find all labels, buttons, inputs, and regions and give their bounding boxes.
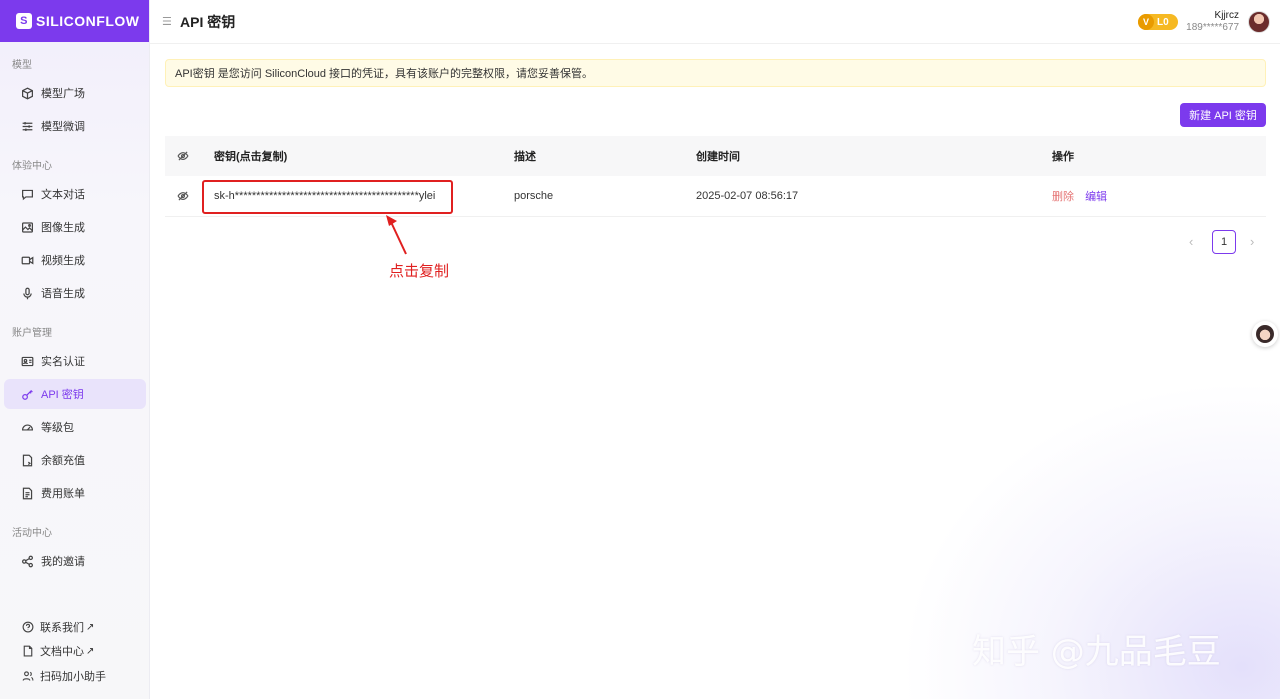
- actions-cell: 删除 编辑: [1038, 188, 1266, 204]
- sidebar-item-level-pack[interactable]: 等级包: [4, 412, 146, 442]
- sidebar-item-video-gen[interactable]: 视频生成: [4, 245, 146, 275]
- sidebar-item-recharge[interactable]: 余额充值: [4, 445, 146, 475]
- pagination-prev[interactable]: ‹: [1189, 234, 1193, 249]
- level-badge[interactable]: V L0: [1138, 14, 1178, 30]
- sidebar-item-voice-gen[interactable]: 语音生成: [4, 278, 146, 308]
- menu-collapse-icon[interactable]: ☰: [162, 15, 172, 28]
- footer-assistant-qr[interactable]: 扫码加小助手: [22, 667, 106, 685]
- header-description: 描述: [514, 151, 536, 163]
- external-link-icon: ↗: [86, 645, 95, 657]
- wallet-icon: [20, 453, 34, 467]
- footer-item-label: 文档中心: [40, 646, 84, 658]
- mic-icon: [20, 286, 34, 300]
- gauge-icon: [20, 420, 34, 434]
- sidebar-item-invite[interactable]: 我的邀请: [4, 546, 146, 576]
- level-text: L0: [1157, 16, 1169, 28]
- sidebar-item-api-keys[interactable]: API 密钥: [4, 379, 146, 409]
- delete-link[interactable]: 删除: [1052, 191, 1074, 203]
- watermark: 知乎 @九品毛豆: [972, 632, 1221, 672]
- edit-link[interactable]: 编辑: [1085, 191, 1107, 203]
- cube-icon: [20, 86, 34, 100]
- sidebar: S SILICONFLOW 模型 模型广场 模型微调 体验中心 文本对话 图像生…: [0, 0, 150, 699]
- sidebar-item-label: 费用账单: [41, 488, 85, 500]
- header-actions: 操作: [1052, 151, 1074, 163]
- user-phone: 189*****677: [1186, 22, 1239, 33]
- sidebar-item-label: 图像生成: [41, 222, 85, 234]
- sidebar-item-text-chat[interactable]: 文本对话: [4, 179, 146, 209]
- toggle-visibility-row[interactable]: [165, 190, 200, 202]
- api-key-notice: API密钥 是您访问 SiliconCloud 接口的凭证，具有该账户的完整权限…: [165, 59, 1266, 87]
- created-time-cell: 2025-02-07 08:56:17: [696, 190, 799, 202]
- image-icon: [20, 220, 34, 234]
- new-api-key-button[interactable]: 新建 API 密钥: [1180, 103, 1266, 127]
- section-label-account: 账户管理: [12, 328, 52, 339]
- assistant-face-icon: [1256, 325, 1274, 343]
- key-icon: [20, 387, 34, 401]
- api-key-cell[interactable]: sk-h************************************…: [200, 190, 500, 202]
- share-icon: [20, 554, 34, 568]
- eye-off-icon: [176, 191, 189, 201]
- footer-item-label: 联系我们: [40, 622, 84, 634]
- users-icon: [22, 670, 35, 683]
- sidebar-item-model-square[interactable]: 模型广场: [4, 78, 146, 108]
- sidebar-item-label: 余额充值: [41, 455, 85, 467]
- external-link-icon: ↗: [86, 621, 95, 633]
- video-icon: [20, 253, 34, 267]
- sliders-icon: [20, 119, 34, 133]
- document-icon: [22, 645, 35, 658]
- id-card-icon: [20, 354, 34, 368]
- page-title: API 密钥: [180, 13, 236, 30]
- top-header: ☰ API 密钥: [150, 0, 1280, 44]
- footer-contact-us[interactable]: 联系我们 ↗: [22, 618, 94, 636]
- sidebar-item-label: 实名认证: [41, 356, 85, 368]
- footer-docs-center[interactable]: 文档中心 ↗: [22, 642, 94, 660]
- logo-text: SILICONFLOW: [36, 13, 140, 29]
- sidebar-item-verification[interactable]: 实名认证: [4, 346, 146, 376]
- eye-off-icon: [176, 151, 189, 161]
- notice-text: API密钥 是您访问 SiliconCloud 接口的凭证，具有该账户的完整权限…: [175, 68, 594, 80]
- logo-mark-icon: S: [16, 13, 32, 29]
- sidebar-item-image-gen[interactable]: 图像生成: [4, 212, 146, 242]
- table-header: 密钥(点击复制) 描述 创建时间 操作: [165, 136, 1266, 176]
- logo[interactable]: S SILICONFLOW: [0, 0, 149, 42]
- annotation-arrow-icon: [386, 215, 407, 255]
- sidebar-item-label: 语音生成: [41, 288, 85, 300]
- sidebar-item-fine-tune[interactable]: 模型微调: [4, 111, 146, 141]
- annotation-click-to-copy: 点击复制: [389, 263, 450, 280]
- bill-icon: [20, 486, 34, 500]
- sidebar-item-label: 等级包: [41, 422, 74, 434]
- sidebar-item-label: API 密钥: [41, 389, 84, 401]
- footer-item-label: 扫码加小助手: [40, 671, 106, 683]
- assistant-avatar[interactable]: [1252, 321, 1278, 347]
- header-key: 密钥(点击复制): [214, 151, 288, 163]
- sidebar-item-label: 模型微调: [41, 121, 85, 133]
- api-key-value[interactable]: sk-h************************************…: [214, 190, 435, 202]
- section-label-activity: 活动中心: [12, 528, 52, 539]
- sidebar-item-label: 模型广场: [41, 88, 85, 100]
- description-cell: porsche: [514, 190, 554, 202]
- pagination-page-1[interactable]: 1: [1212, 230, 1236, 254]
- user-name: Kjjrcz: [1214, 10, 1239, 21]
- sidebar-item-billing[interactable]: 费用账单: [4, 478, 146, 508]
- vip-icon: V: [1138, 14, 1154, 30]
- sidebar-item-label: 我的邀请: [41, 556, 85, 568]
- pagination-next[interactable]: ›: [1250, 234, 1254, 249]
- section-label-models: 模型: [12, 60, 32, 71]
- help-circle-icon: [22, 621, 35, 634]
- header-created-time: 创建时间: [696, 151, 740, 163]
- sidebar-item-label: 视频生成: [41, 255, 85, 267]
- section-label-experience: 体验中心: [12, 161, 52, 172]
- sidebar-item-label: 文本对话: [41, 189, 85, 201]
- user-avatar[interactable]: [1248, 11, 1270, 33]
- toggle-visibility-all[interactable]: [165, 150, 200, 162]
- chat-icon: [20, 187, 34, 201]
